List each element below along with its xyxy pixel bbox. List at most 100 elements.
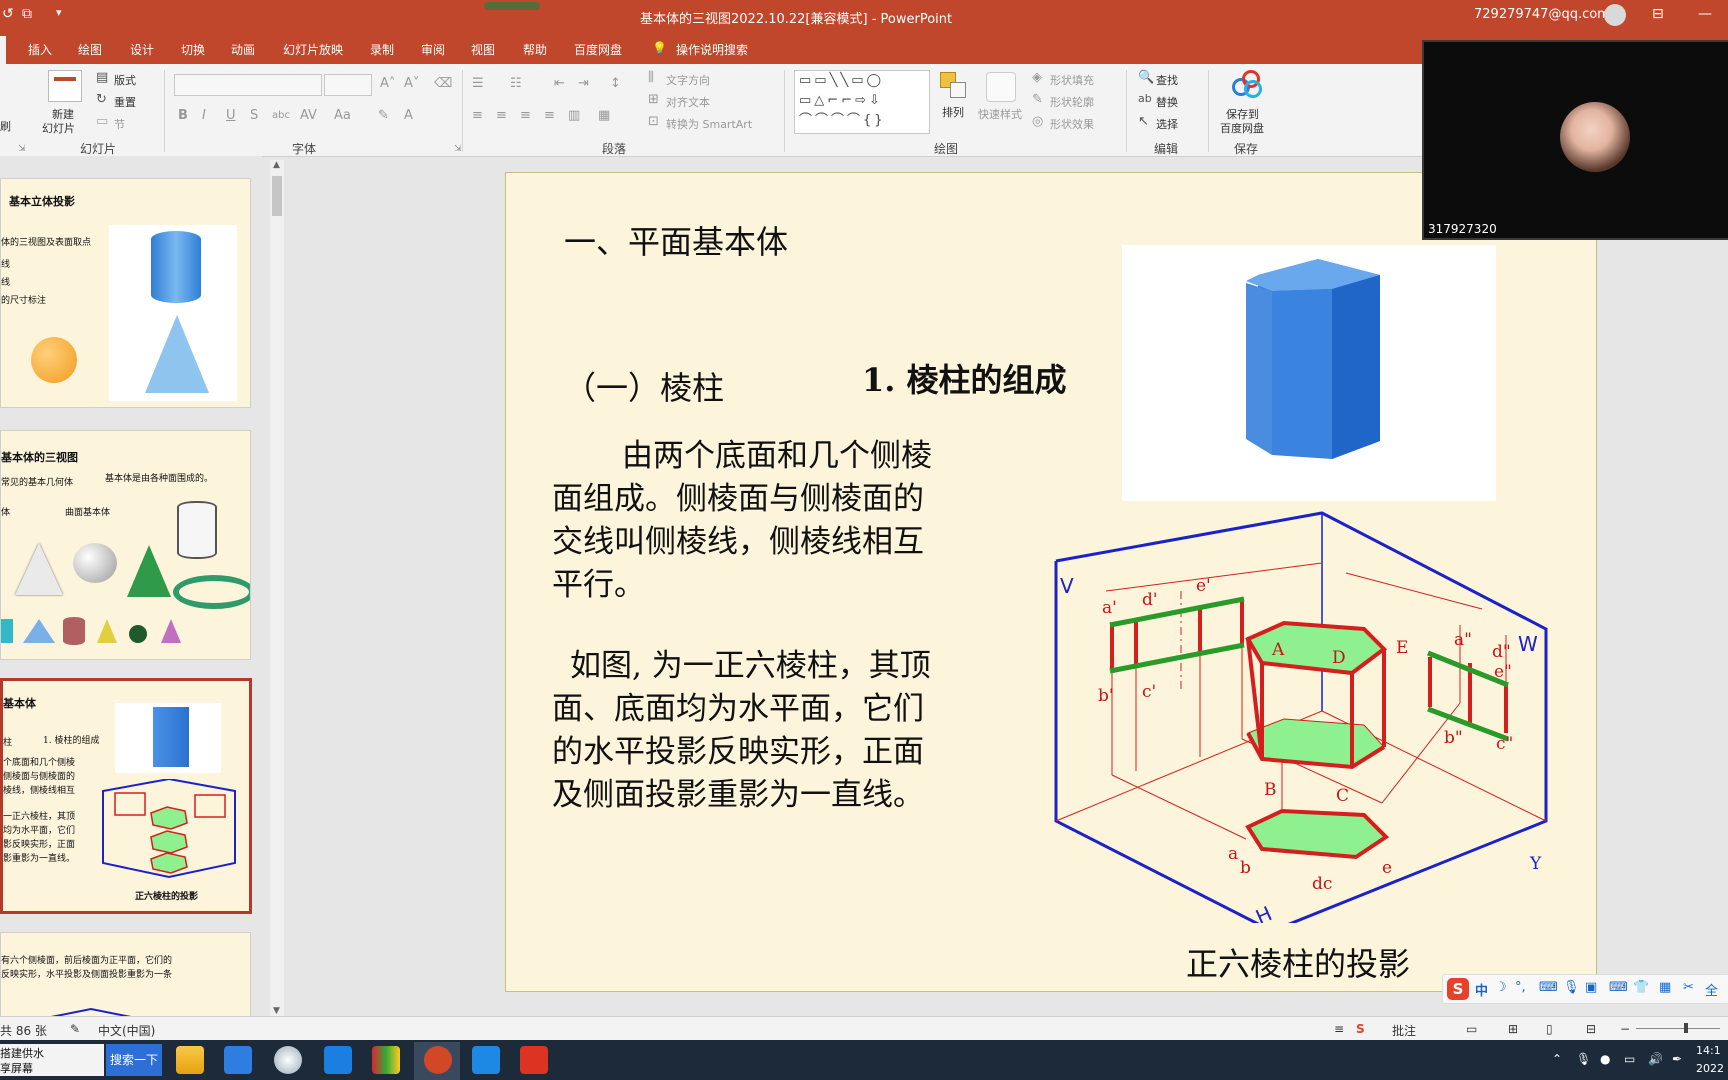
tab-transitions[interactable]: 切换 <box>181 41 205 58</box>
replace-button[interactable]: 替换 <box>1156 94 1178 110</box>
comments-button[interactable]: 批注 <box>1392 1022 1416 1039</box>
ime-mode[interactable]: 中 <box>1475 980 1488 999</box>
powerpoint-icon[interactable] <box>424 1046 452 1074</box>
highlight-icon[interactable]: ✎ <box>378 108 389 123</box>
shape-effects-icon[interactable]: ◎ <box>1032 114 1043 129</box>
tab-slideshow[interactable]: 幻灯片放映 <box>283 41 343 58</box>
punct-icon[interactable]: °, <box>1515 980 1526 995</box>
slide-thumbnail-selected[interactable]: 基本体 柱 1. 棱柱的组成 个底面和几个侧棱 侧棱面与侧棱面的 棱线，侧棱线相… <box>0 678 252 914</box>
tab-review[interactable]: 审阅 <box>421 41 445 58</box>
select-icon[interactable]: ↖ <box>1138 114 1149 129</box>
arrange-icon[interactable] <box>940 72 966 98</box>
sorter-view-icon[interactable]: ⊞ <box>1508 1022 1518 1036</box>
shrink-font-icon[interactable]: A˅ <box>404 76 419 91</box>
shape-outline-icon[interactable]: ✎ <box>1032 92 1043 107</box>
text-direction-button[interactable]: 文字方向 <box>666 72 710 88</box>
align-center-icon[interactable]: ≡ <box>496 108 507 123</box>
language[interactable]: 中文(中国) <box>98 1022 155 1039</box>
softkb-icon[interactable]: ⌨ <box>1609 980 1628 995</box>
present-icon[interactable]: ⧉ <box>22 6 32 22</box>
tray-display-icon[interactable]: ▭ <box>1624 1052 1635 1066</box>
tab-baidu-netdisk[interactable]: 百度网盘 <box>574 41 622 58</box>
shape-fill-icon[interactable]: ◈ <box>1032 70 1042 85</box>
find-button[interactable]: 查找 <box>1156 72 1178 88</box>
meeting-icon[interactable] <box>472 1046 500 1074</box>
slide-thumbnails-pane[interactable]: 基本立体投影 体的三视图及表面取点 线 线 的尺寸标注 基本体的三视图 常见的基… <box>0 156 262 1034</box>
align-right-icon[interactable]: ≡ <box>520 108 531 123</box>
dialog-launcher-icon[interactable]: ⇲ <box>454 144 462 154</box>
taskbar-search-button[interactable]: 搜索一下 <box>106 1044 162 1076</box>
undo-icon[interactable]: ↺ <box>2 6 14 22</box>
tab-help[interactable]: 帮助 <box>523 41 547 58</box>
align-text-button[interactable]: 对齐文本 <box>666 94 710 110</box>
font-color-icon[interactable]: A <box>404 108 413 123</box>
grid-icon[interactable]: ▦ <box>1659 980 1671 995</box>
strikethrough-icon[interactable]: abc <box>272 110 290 121</box>
skin-icon[interactable]: 👕 <box>1633 980 1649 995</box>
zoom-out-icon[interactable]: − <box>1620 1022 1630 1036</box>
scroll-up-icon[interactable]: ▲ <box>273 160 280 170</box>
align-left-icon[interactable]: ≡ <box>472 108 483 123</box>
font-size-box[interactable] <box>324 74 372 96</box>
replace-icon[interactable]: ab <box>1138 92 1152 105</box>
bold-icon[interactable]: B <box>178 108 188 123</box>
autocad-icon[interactable] <box>520 1046 548 1074</box>
tray-up-icon[interactable]: ⌃ <box>1552 1052 1562 1066</box>
account-name[interactable]: 729279747@qq.com <box>1474 7 1610 22</box>
tab-record[interactable]: 录制 <box>370 41 394 58</box>
increase-indent-icon[interactable]: ⇥ <box>578 76 589 91</box>
distributed-icon[interactable]: ▥ <box>568 108 580 123</box>
thumbnail-scrollbar[interactable]: ▲ ▼ <box>270 160 284 1016</box>
zoom-slider[interactable] <box>1636 1023 1720 1033</box>
app-arrow-icon[interactable] <box>324 1046 352 1074</box>
find-icon[interactable]: 🔍 <box>1138 70 1154 85</box>
ribbon-display-icon[interactable]: ⊟ <box>1652 6 1664 22</box>
layout-button[interactable]: 版式 <box>114 72 136 88</box>
arrange-button[interactable]: 排列 <box>942 104 964 120</box>
browser-icon[interactable] <box>274 1046 302 1074</box>
tray-app-icon[interactable]: ● <box>1600 1052 1610 1066</box>
new-slide-icon[interactable] <box>48 70 82 102</box>
scrollbar-thumb[interactable] <box>272 176 282 216</box>
shape-fill-button[interactable]: 形状填充 <box>1050 72 1094 88</box>
baidu-label[interactable]: 百度网盘 <box>1220 120 1264 136</box>
underline-icon[interactable]: U <box>226 108 236 123</box>
align-text-icon[interactable]: ⊞ <box>648 92 659 107</box>
mic-icon[interactable]: 🎙 <box>1563 980 1580 995</box>
new-slide-label-2[interactable]: 幻灯片 <box>42 120 75 136</box>
customize-qat-icon[interactable]: ▾ <box>56 6 62 19</box>
section-icon[interactable]: ▭ <box>96 114 108 129</box>
clear-format-icon[interactable]: ⌫ <box>434 76 452 91</box>
scroll-down-icon[interactable]: ▼ <box>273 1006 280 1016</box>
format-painter-label[interactable]: 刷 <box>0 118 11 134</box>
justify-icon[interactable]: ≡ <box>544 108 555 123</box>
smartart-icon[interactable]: ⊡ <box>648 114 659 129</box>
video-overlay[interactable]: 317927320 <box>1422 40 1728 240</box>
reading-view-icon[interactable]: ▯ <box>1546 1022 1553 1036</box>
section-button[interactable]: 节 <box>114 116 125 132</box>
slide-thumbnail[interactable]: 基本立体投影 体的三视图及表面取点 线 线 的尺寸标注 <box>0 178 251 408</box>
numbering-icon[interactable]: ☷ <box>510 76 522 91</box>
pen-icon[interactable]: ✒ <box>1672 1052 1682 1066</box>
change-case-icon[interactable]: Aa <box>334 108 351 123</box>
notes-icon[interactable]: ≡ <box>1334 1022 1344 1036</box>
smartart-button[interactable]: 转换为 SmartArt <box>666 116 752 132</box>
feishu-icon[interactable] <box>224 1046 252 1074</box>
keyboard-icon[interactable]: ⌨ <box>1539 980 1558 995</box>
italic-icon[interactable]: I <box>202 108 206 123</box>
baidu-netdisk-icon[interactable] <box>1232 70 1262 98</box>
clock-date[interactable]: 2022 <box>1696 1062 1724 1075</box>
grow-font-icon[interactable]: A˄ <box>380 76 395 91</box>
line-spacing-icon[interactable]: ↕ <box>610 76 621 91</box>
shape-effects-button[interactable]: 形状效果 <box>1050 116 1094 132</box>
tab-view[interactable]: 视图 <box>471 41 495 58</box>
minimize-icon[interactable]: — <box>1698 6 1712 22</box>
reset-button[interactable]: 重置 <box>114 94 136 110</box>
zoom-slider-thumb[interactable] <box>1684 1023 1688 1033</box>
text-direction-icon[interactable]: ⫼ <box>648 70 654 85</box>
columns-icon[interactable]: ▦ <box>598 108 610 123</box>
layout-icon[interactable]: ▤ <box>96 70 108 85</box>
char-spacing-icon[interactable]: AV <box>300 108 317 123</box>
tab-draw[interactable]: 绘图 <box>78 41 102 58</box>
tab-design[interactable]: 设计 <box>130 41 154 58</box>
